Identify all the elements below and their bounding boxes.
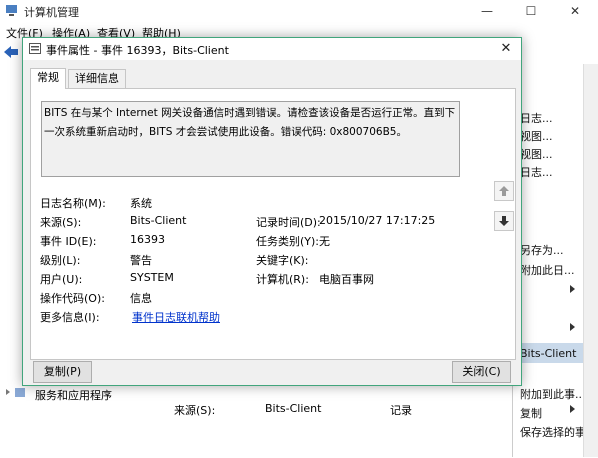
submenu-arrow-icon [570,285,575,293]
task-category-label: 任务类别(Y): [256,235,320,248]
dialog-title: 事件属性 - 事件 16393，Bits-Client [46,44,229,57]
more-info-label: 更多信息(I): [40,311,100,324]
dialog-title-bar: 事件属性 - 事件 16393，Bits-Client ✕ [23,38,521,60]
logged-time-value: 2015/10/27 17:17:25 [319,214,436,227]
action-item[interactable]: 视图... [520,146,553,162]
opcode-value: 信息 [130,292,152,305]
close-button[interactable]: 关闭(C) [452,361,511,383]
dialog-close-icon[interactable]: ✕ [497,40,515,58]
event-properties-dialog: 事件属性 - 事件 16393，Bits-Client ✕ 常规 详细信息 BI… [22,37,522,386]
maximize-button[interactable]: ☐ [509,0,553,22]
user-value: SYSTEM [130,271,174,284]
action-item[interactable]: 视图... [520,128,553,144]
background-window-title: 计算机管理 [24,6,79,19]
source-value: Bits-Client [130,214,187,227]
event-description[interactable]: BITS 在与某个 Internet 网关设备通信时遇到错误。请检查该设备是否运… [41,101,460,177]
background-title-bar: 计算机管理 — ☐ ✕ [0,0,598,22]
tree-pane-bottom: 服务和应用程序 [0,380,155,457]
action-item[interactable]: 另存为... [520,242,564,258]
level-label: 级别(L): [40,254,81,267]
action-item[interactable]: 日志... [520,164,553,180]
log-name-label: 日志名称(M): [40,197,106,210]
action-header-bits-client: Bits-Client [520,347,577,360]
computer-label: 计算机(R): [256,273,309,286]
action-item[interactable]: 附加到此事... [520,386,586,402]
preview-source-label: 来源(S): [174,404,216,417]
preview-source-value: Bits-Client [265,402,322,415]
submenu-arrow-icon [570,405,575,413]
previous-event-button[interactable] [494,181,514,201]
copy-button[interactable]: 复制(P) [33,361,92,383]
opcode-label: 操作代码(O): [40,292,105,305]
action-item[interactable]: 复制 [520,405,542,421]
event-id-label: 事件 ID(E): [40,235,97,248]
computer-value: 电脑百事网 [319,273,374,286]
down-arrow-icon [499,216,509,226]
event-viewer-icon [29,43,41,54]
submenu-arrow-icon [570,323,575,331]
up-arrow-icon [499,186,509,196]
tree-item-services[interactable]: 服务和应用程序 [35,387,112,403]
computer-management-icon [6,5,17,16]
minimize-button[interactable]: — [465,0,509,22]
source-label: 来源(S): [40,216,82,229]
event-id-value: 16393 [130,233,165,246]
close-window-button[interactable]: ✕ [553,0,597,22]
expand-arrow-icon[interactable] [4,388,12,396]
task-category-value: 无 [319,235,330,248]
next-event-button[interactable] [494,211,514,231]
services-icon [15,388,25,397]
tab-general[interactable]: 常规 [30,68,66,89]
log-name-value: 系统 [130,197,152,210]
back-arrow-icon[interactable] [3,45,19,59]
preview-record-label: 记录 [390,404,412,417]
action-item[interactable]: 日志... [520,110,553,126]
tab-details[interactable]: 详细信息 [68,69,126,89]
keywords-label: 关键字(K): [256,254,309,267]
action-item[interactable]: 附加此日... [520,262,575,278]
event-log-online-help-link[interactable]: 事件日志联机帮助 [132,309,220,325]
actions-scrollbar[interactable] [583,64,598,457]
logged-time-label: 记录时间(D): [256,216,321,229]
event-preview-pane: 来源(S): Bits-Client 记录 [158,384,448,458]
level-value: 警告 [130,254,152,267]
user-label: 用户(U): [40,273,83,286]
